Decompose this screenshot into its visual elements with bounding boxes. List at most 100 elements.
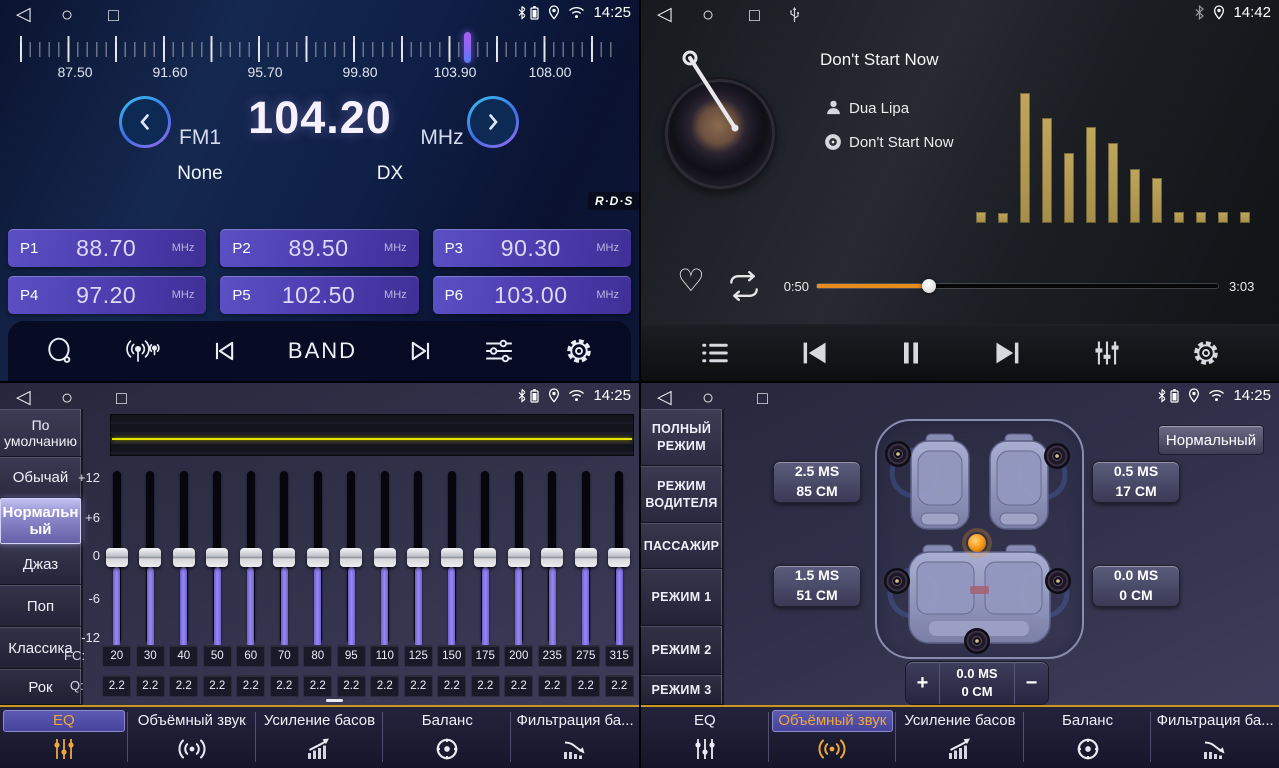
preset-button[interactable]: P1 88.70 MHz xyxy=(8,229,206,267)
delay-front-left-button[interactable]: 2.5 MS 85 CM xyxy=(773,461,861,503)
nav-home-icon[interactable]: ○ xyxy=(702,3,714,27)
previous-track-button[interactable] xyxy=(799,339,829,367)
band-button[interactable]: BAND xyxy=(288,338,357,364)
tab-bass-boost[interactable]: Усиление басов xyxy=(896,707,1024,768)
tab-surround[interactable]: Объёмный звук xyxy=(769,707,897,768)
slider-handle[interactable] xyxy=(508,548,530,567)
preset-button[interactable]: P4 97.20 MHz xyxy=(8,276,206,314)
preset-button[interactable]: P3 90.30 MHz xyxy=(433,229,631,267)
slider-handle[interactable] xyxy=(206,548,228,567)
seek-previous-button[interactable] xyxy=(210,337,238,365)
mode-driver[interactable]: РЕЖИМ ВОДИТЕЛЯ xyxy=(641,466,722,523)
tab-balance[interactable]: Баланс xyxy=(383,707,511,768)
slider-handle[interactable] xyxy=(374,548,396,567)
scan-search-button[interactable] xyxy=(45,336,75,366)
slider-handle[interactable] xyxy=(106,548,128,567)
eq-band-slider[interactable] xyxy=(134,471,168,649)
eq-band-slider[interactable] xyxy=(301,471,335,649)
slider-handle[interactable] xyxy=(575,548,597,567)
listener-position-dot[interactable] xyxy=(968,534,986,552)
playlist-button[interactable] xyxy=(700,340,730,366)
favorite-heart-button[interactable]: ♡ xyxy=(671,264,711,297)
tab-filter[interactable]: Фильтрация ба... xyxy=(1151,707,1279,768)
nav-recents-icon[interactable]: □ xyxy=(757,386,768,410)
nav-home-icon[interactable]: ○ xyxy=(61,386,73,410)
eq-band-slider[interactable] xyxy=(536,471,570,649)
delay-rear-right-button[interactable]: 0.0 MS 0 CM xyxy=(1092,565,1180,607)
progress-bar[interactable] xyxy=(817,284,1218,288)
slider-handle[interactable] xyxy=(608,548,630,567)
next-track-button[interactable] xyxy=(993,339,1023,367)
eq-band-slider[interactable] xyxy=(167,471,201,649)
preset-button[interactable]: P6 103.00 MHz xyxy=(433,276,631,314)
delay-preset-button[interactable]: Нормальный xyxy=(1158,425,1264,455)
tune-down-button[interactable] xyxy=(119,96,171,148)
slider-handle[interactable] xyxy=(474,548,496,567)
speaker-rear-right-icon[interactable] xyxy=(1045,568,1071,594)
tab-balance[interactable]: Баланс xyxy=(1024,707,1152,768)
mode-2[interactable]: РЕЖИМ 2 xyxy=(641,626,722,675)
eq-band-slider[interactable] xyxy=(234,471,268,649)
nav-recents-icon[interactable]: □ xyxy=(116,386,127,410)
eq-band-slider[interactable] xyxy=(469,471,503,649)
tab-filter[interactable]: Фильтрация ба... xyxy=(511,707,639,768)
delay-increase-button[interactable]: + xyxy=(906,662,939,704)
eq-band-slider[interactable] xyxy=(569,471,603,649)
eq-band-slider[interactable] xyxy=(368,471,402,649)
eq-band-slider[interactable] xyxy=(435,471,469,649)
equalizer-settings-button[interactable] xyxy=(484,338,514,364)
speaker-front-left-icon[interactable] xyxy=(885,441,911,467)
eq-band-slider[interactable] xyxy=(268,471,302,649)
seek-next-button[interactable] xyxy=(407,337,435,365)
slider-fill xyxy=(348,567,355,647)
slider-handle[interactable] xyxy=(541,548,563,567)
slider-handle[interactable] xyxy=(273,548,295,567)
mixer-eq-button[interactable] xyxy=(1092,339,1122,367)
repeat-button[interactable] xyxy=(725,271,763,304)
nav-home-icon[interactable]: ○ xyxy=(702,386,714,410)
mode-3[interactable]: РЕЖИМ 3 xyxy=(641,675,722,705)
slider-handle[interactable] xyxy=(240,548,262,567)
tab-eq[interactable]: EQ xyxy=(0,707,128,768)
slider-handle[interactable] xyxy=(407,548,429,567)
eq-band-slider[interactable] xyxy=(603,471,637,649)
eq-band-slider[interactable] xyxy=(201,471,235,649)
mode-passenger[interactable]: ПАССАЖИР xyxy=(641,523,722,569)
preset-button[interactable]: P2 89.50 MHz xyxy=(220,229,418,267)
slider-handle[interactable] xyxy=(139,548,161,567)
pause-button[interactable] xyxy=(898,339,924,367)
tab-eq[interactable]: EQ xyxy=(641,707,769,768)
settings-gear-button[interactable] xyxy=(1191,338,1221,368)
eq-band-slider[interactable] xyxy=(100,471,134,649)
nav-recents-icon[interactable]: □ xyxy=(108,3,119,27)
tab-surround[interactable]: Объёмный звук xyxy=(128,707,256,768)
nav-recents-icon[interactable]: □ xyxy=(749,3,760,27)
speaker-rear-left-icon[interactable] xyxy=(884,568,910,594)
progress-thumb[interactable] xyxy=(922,279,936,293)
speaker-rear-center-icon[interactable] xyxy=(964,628,990,654)
delay-decrease-button[interactable]: − xyxy=(1015,662,1048,704)
nav-back-icon[interactable]: ◁ xyxy=(16,3,31,27)
eq-band-slider[interactable] xyxy=(502,471,536,649)
settings-gear-button[interactable] xyxy=(564,336,594,366)
tune-up-button[interactable] xyxy=(467,96,519,148)
slider-handle[interactable] xyxy=(441,548,463,567)
slider-handle[interactable] xyxy=(173,548,195,567)
nav-home-icon[interactable]: ○ xyxy=(61,3,73,27)
tab-bass-boost[interactable]: Усиление басов xyxy=(256,707,384,768)
slider-handle[interactable] xyxy=(307,548,329,567)
mode-1[interactable]: РЕЖИМ 1 xyxy=(641,569,722,626)
delay-front-right-button[interactable]: 0.5 MS 17 CM xyxy=(1092,461,1180,503)
nav-back-icon[interactable]: ◁ xyxy=(16,386,31,410)
mode-full[interactable]: ПОЛНЫЙ РЕЖИМ xyxy=(641,409,722,466)
delay-rear-left-button[interactable]: 1.5 MS 51 CM xyxy=(773,565,861,607)
nav-back-icon[interactable]: ◁ xyxy=(657,3,672,27)
nav-back-icon[interactable]: ◁ xyxy=(657,386,672,410)
eq-band-slider[interactable] xyxy=(335,471,369,649)
eq-band-slider[interactable] xyxy=(402,471,436,649)
slider-handle[interactable] xyxy=(340,548,362,567)
tuner-indicator[interactable] xyxy=(464,32,471,63)
speaker-front-right-icon[interactable] xyxy=(1044,443,1070,469)
broadcast-stations-button[interactable] xyxy=(125,337,161,365)
preset-button[interactable]: P5 102.50 MHz xyxy=(220,276,418,314)
